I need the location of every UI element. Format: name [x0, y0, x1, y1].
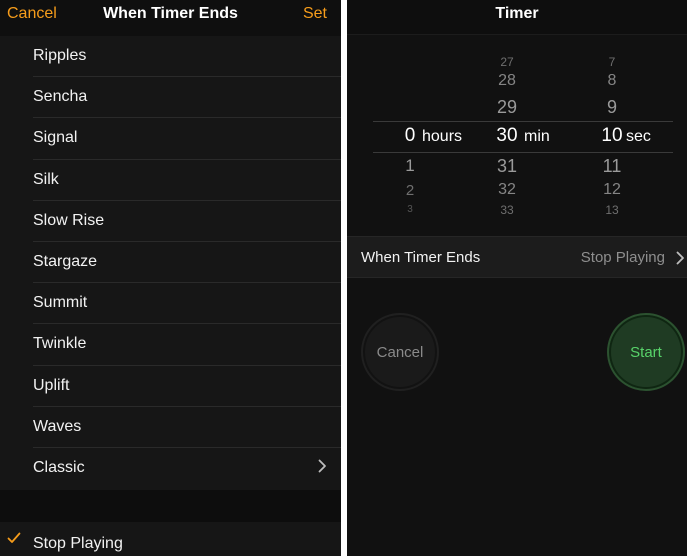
chevron-right-icon	[318, 459, 326, 473]
picker-value: 33	[500, 203, 514, 217]
tone-label: Uplift	[33, 376, 70, 394]
tone-item-summit[interactable]: Summit	[0, 283, 341, 325]
page-title: When Timer Ends	[103, 5, 238, 22]
picker-selected-value: 10	[601, 125, 623, 146]
tone-item-slow-rise[interactable]: Slow Rise	[0, 201, 341, 243]
nav-bar: Cancel When Timer Ends Set	[0, 0, 341, 36]
tone-label: Classic	[33, 458, 85, 476]
tone-item-sencha[interactable]: Sencha	[0, 77, 341, 119]
tone-label: Summit	[33, 294, 88, 312]
tone-list: Ripples Sencha Signal Silk Slow Rise Sta…	[0, 36, 341, 489]
tone-item-classic[interactable]: Classic	[0, 448, 341, 489]
tone-label: Signal	[33, 129, 78, 147]
selection-indicator-bottom	[373, 152, 673, 153]
tone-item-ripples[interactable]: Ripples	[0, 36, 341, 78]
picker-value: 1	[405, 156, 415, 175]
picker-selected-value: 30	[496, 125, 518, 146]
tone-label: Waves	[33, 417, 82, 435]
tone-label: Ripples	[33, 47, 87, 64]
timer-panel: Timer 0 hours 1 2 3 27 28 29 30 min 31 3…	[347, 0, 687, 556]
tone-label: Stop Playing	[33, 535, 123, 552]
tone-item-twinkle[interactable]: Twinkle	[0, 324, 341, 366]
tone-item-stargaze[interactable]: Stargaze	[0, 242, 341, 284]
picker-value: 11	[602, 156, 622, 176]
tone-item-uplift[interactable]: Uplift	[0, 366, 341, 407]
tone-selection-panel: Cancel When Timer Ends Set Ripples Sench…	[0, 0, 341, 556]
page-title: Timer	[495, 5, 539, 22]
cancel-timer-button[interactable]: Cancel	[361, 313, 439, 391]
tone-item-signal[interactable]: Signal	[0, 118, 341, 160]
picker-value: 28	[498, 72, 516, 89]
start-button-label: Start	[630, 343, 662, 361]
checkmark-icon	[7, 532, 21, 543]
tone-item-silk[interactable]: Silk	[0, 160, 341, 201]
nav-bar: Timer	[347, 0, 687, 35]
picker-selected-value: 0	[404, 125, 416, 146]
picker-value: 8	[607, 72, 617, 89]
cancel-button-label: Cancel	[376, 343, 424, 361]
tone-item-waves[interactable]: Waves	[0, 407, 341, 449]
tone-label: Twinkle	[33, 335, 87, 353]
picker-value: 7	[608, 55, 616, 69]
picker-value: 2	[405, 182, 415, 199]
duration-picker[interactable]: 0 hours 1 2 3 27 28 29 30 min 31 32 33 7…	[347, 35, 687, 235]
tone-label: Stargaze	[33, 252, 98, 270]
picker-value: 29	[496, 97, 518, 117]
start-timer-button[interactable]: Start	[607, 313, 685, 391]
picker-value: 3	[407, 204, 413, 215]
tone-label: Silk	[33, 170, 59, 188]
seconds-unit-label: sec	[626, 128, 651, 145]
section-separator	[0, 490, 341, 522]
when-timer-ends-label: When Timer Ends	[361, 249, 481, 266]
picker-value: 32	[498, 181, 516, 198]
picker-value: 13	[605, 203, 619, 217]
selection-indicator-top	[373, 121, 673, 122]
when-timer-ends-row[interactable]: When Timer Ends Stop Playing	[347, 236, 687, 278]
when-timer-ends-value: Stop Playing	[580, 249, 665, 266]
picker-value: 9	[606, 97, 617, 117]
picker-value: 27	[500, 55, 514, 69]
picker-value: 12	[603, 181, 621, 198]
tone-item-stop-playing[interactable]: Stop Playing	[0, 522, 341, 556]
chevron-right-icon	[676, 251, 684, 265]
hours-unit-label: hours	[422, 128, 463, 145]
set-button[interactable]: Set	[303, 5, 327, 23]
tone-label: Slow Rise	[33, 211, 105, 229]
minutes-unit-label: min	[524, 128, 550, 145]
tone-label: Sencha	[33, 88, 88, 106]
picker-value: 31	[496, 156, 518, 176]
